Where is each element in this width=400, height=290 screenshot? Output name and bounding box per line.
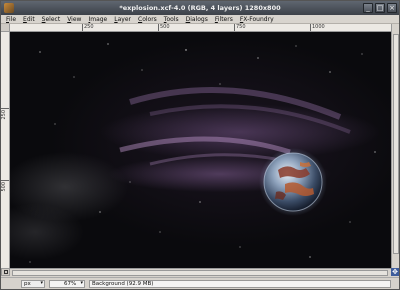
ruler-tick (158, 24, 159, 31)
menu-bar: File Edit Select View Image Layer Colors… (1, 15, 399, 24)
window-title: *explosion.xcf-4.0 (RGB, 4 layers) 1280x… (119, 4, 281, 12)
chevron-down-icon: ▾ (80, 280, 83, 286)
menu-tools[interactable]: Tools (164, 16, 179, 23)
navigate-icon[interactable]: ✥ (391, 268, 399, 276)
horizontal-ruler[interactable]: 250 500 750 1000 (10, 24, 391, 32)
ruler-tick (1, 108, 9, 109)
title-bar: *explosion.xcf-4.0 (RGB, 4 layers) 1280x… (1, 1, 399, 15)
minimize-button[interactable]: _ (363, 3, 373, 13)
menu-dialogs[interactable]: Dialogs (186, 16, 208, 23)
menu-edit[interactable]: Edit (23, 16, 35, 23)
vertical-scrollbar[interactable] (391, 24, 399, 268)
ruler-label: 250 (84, 24, 94, 30)
status-message: Background (92.9 MB) (89, 280, 391, 288)
close-button[interactable]: × (387, 3, 397, 13)
ruler-label: 500 (160, 24, 170, 30)
menu-colors[interactable]: Colors (138, 16, 157, 23)
vertical-ruler[interactable]: 250 500 (1, 32, 10, 268)
horizontal-scroll-thumb[interactable] (12, 270, 388, 276)
ruler-label: 500 (1, 182, 7, 192)
ruler-tick (82, 24, 83, 31)
gimp-image-window: *explosion.xcf-4.0 (RGB, 4 layers) 1280x… (0, 0, 400, 290)
zoom-value: 67% (64, 281, 77, 287)
horizontal-scrollbar[interactable] (10, 268, 391, 276)
menu-fx-foundry[interactable]: FX-Foundry (240, 16, 274, 23)
menu-layer[interactable]: Layer (114, 16, 131, 23)
menu-file[interactable]: File (6, 16, 16, 23)
vertical-scroll-thumb[interactable] (393, 34, 399, 254)
ruler-label: 250 (1, 110, 7, 120)
status-bar: px ▾ 67% ▾ Background (92.9 MB) (1, 277, 399, 289)
ruler-tick (1, 180, 9, 181)
ruler-tick (310, 24, 311, 31)
menu-view[interactable]: View (67, 16, 81, 23)
menu-filters[interactable]: Filters (215, 16, 233, 23)
ruler-tick (234, 24, 235, 31)
ruler-label: 750 (236, 24, 246, 30)
unit-selector[interactable]: px ▾ (21, 280, 45, 288)
unit-value: px (24, 281, 31, 287)
menu-select[interactable]: Select (42, 16, 61, 23)
zoom-selector[interactable]: 67% ▾ (49, 280, 85, 288)
quick-mask-icon[interactable] (1, 268, 10, 276)
maximize-button[interactable]: □ (375, 3, 385, 13)
pointer-coordinates (4, 280, 20, 288)
space-scene-artwork (29, 43, 376, 263)
ruler-label: 1000 (312, 24, 325, 30)
ruler-corner-button[interactable] (1, 24, 10, 32)
chevron-down-icon: ▾ (40, 280, 43, 286)
image-canvas[interactable] (10, 32, 391, 268)
menu-image[interactable]: Image (88, 16, 107, 23)
